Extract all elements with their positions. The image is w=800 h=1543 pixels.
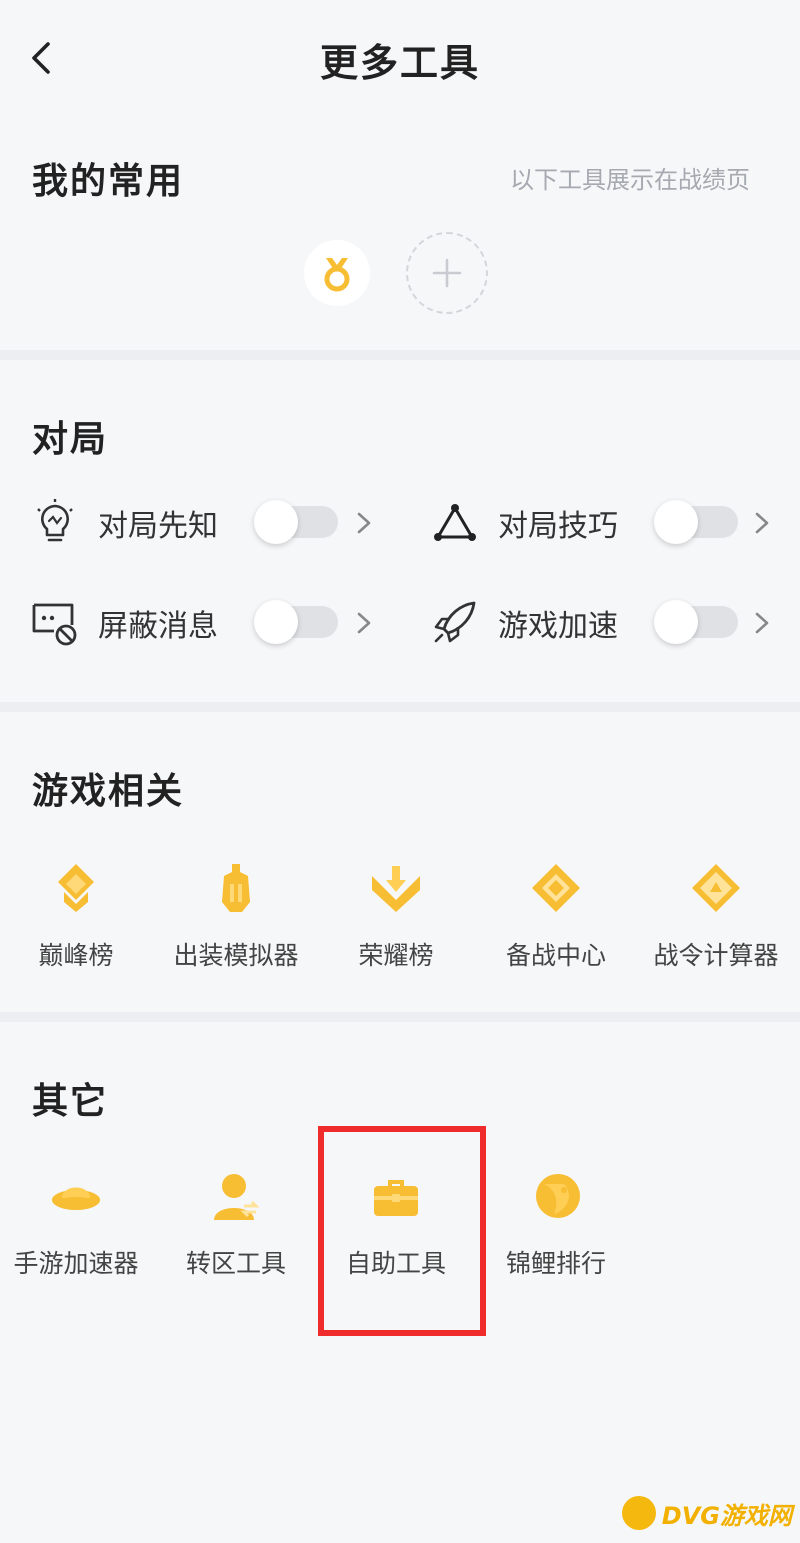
toggle-knob [654,500,698,544]
game-acceleration-toggle[interactable] [654,600,738,644]
grid-item-prep-center[interactable]: 备战中心 [476,862,636,972]
grid-item-label: 战令计算器 [653,941,779,970]
plus-icon [432,258,462,288]
header: 更多工具 [0,0,800,120]
page-title: 更多工具 [319,41,480,85]
grid-item-label: 自助工具 [345,1249,446,1278]
other-section-title: 其它 [32,1081,109,1122]
grid-item-label: 巅峰榜 [38,941,114,970]
grid-item-battle-pass-calculator[interactable]: 战令计算器 [636,862,796,972]
chevron-right-icon[interactable] [750,606,774,640]
option-block-messages: 屏蔽消息 [30,592,390,652]
chevron-right-icon[interactable] [750,506,774,540]
block-message-icon [32,603,77,646]
favorites-title: 我的常用 [32,161,185,202]
grid-item-mobile-accelerator[interactable]: 手游加速器 [0,1170,156,1280]
equipment-simulator-icon [222,864,250,912]
option-game-acceleration: 游戏加速 [430,592,790,652]
watermark-text: DVG游戏网 [661,1501,792,1530]
block-messages-toggle[interactable] [254,600,338,644]
add-favorite-button[interactable] [406,232,488,314]
battle-pass-calculator-icon [692,864,740,912]
grid-item-peak-rank[interactable]: 巅峰榜 [0,862,156,972]
grid-item-label: 荣耀榜 [358,941,434,970]
toggle-knob [254,500,298,544]
section-divider [0,702,800,712]
grid-item-transfer-tool[interactable]: 转区工具 [156,1170,316,1280]
match-foresight-toggle[interactable] [254,500,338,544]
game-section-title: 游戏相关 [32,771,185,812]
option-label: 对局技巧 [498,509,618,544]
grid-item-label: 出装模拟器 [173,941,299,970]
favorites-hint: 以下工具展示在战绩页 [510,166,750,194]
grid-item-self-service-tool[interactable]: 自助工具 [316,1170,476,1280]
peak-rank-icon [58,864,94,912]
medal-icon [324,258,350,292]
honor-rank-icon [372,866,420,912]
grid-item-equipment-simulator[interactable]: 出装模拟器 [156,862,316,972]
toolbox-icon [374,1180,418,1216]
watermark: DVG游戏网 [621,1493,792,1533]
grid-item-koi-ranking[interactable]: 锦鲤排行 [476,1170,636,1280]
toggle-knob [254,600,298,644]
gamepad-icon [621,1496,656,1530]
chevron-right-icon[interactable] [352,606,376,640]
match-tips-toggle[interactable] [654,500,738,544]
option-match-foresight: 对局先知 [30,492,390,552]
option-label: 游戏加速 [498,609,618,644]
grid-item-honor-rank[interactable]: 荣耀榜 [316,862,476,972]
match-title: 对局 [32,419,109,460]
favorite-item-medal[interactable] [304,240,370,306]
rocket-icon [434,601,476,643]
ufo-accelerator-icon [52,1187,100,1210]
section-divider [0,1012,800,1022]
section-divider [0,350,800,360]
grid-item-label: 转区工具 [185,1249,286,1278]
grid-item-label: 备战中心 [505,941,606,970]
option-match-tips: 对局技巧 [430,492,790,552]
grid-item-label: 锦鲤排行 [505,1249,606,1278]
transfer-user-icon [214,1174,260,1220]
chevron-right-icon[interactable] [352,506,376,540]
lightbulb-icon [37,499,73,542]
option-label: 对局先知 [98,509,218,544]
toggle-knob [654,600,698,644]
koi-icon [536,1174,580,1218]
grid-item-label: 手游加速器 [13,1249,139,1278]
option-label: 屏蔽消息 [98,609,218,644]
triangle-nodes-icon [434,504,476,541]
prep-center-icon [532,864,580,912]
